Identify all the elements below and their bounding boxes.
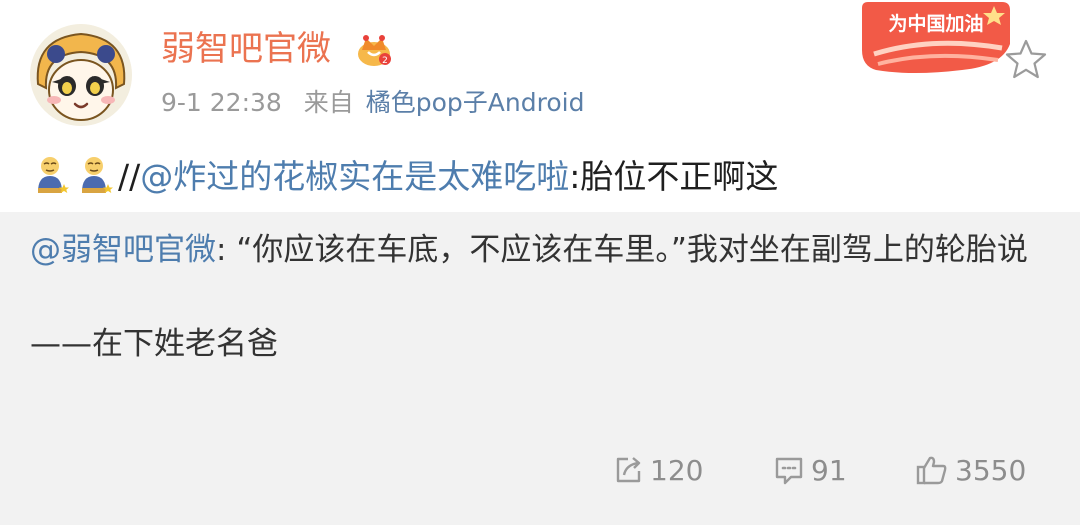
post-source[interactable]: 橘色pop子Android (366, 88, 585, 117)
comment-count: 91 (811, 453, 847, 487)
bowing-figure-emoji (38, 157, 69, 193)
quoted-post-body: @弱智吧官微: “你应该在车底，不应该在车里。”我对坐在副驾上的轮胎说 ——在下… (30, 227, 1055, 368)
avatar-illustration (30, 24, 132, 126)
repost-button[interactable]: 120 (612, 447, 703, 493)
quoted-text: “你应该在车底，不应该在车里。”我对坐在副驾上的轮胎说 (236, 232, 1028, 268)
share-icon (616, 457, 641, 483)
like-count: 3550 (955, 453, 1027, 487)
thumbs-up-icon (916, 456, 947, 485)
action-bar: 120 91 3550 (0, 447, 1080, 493)
author-name[interactable]: 弱智吧官微 (161, 26, 331, 72)
quoted-signature: ——在下姓老名爸 (30, 326, 278, 362)
source-prefix: 来自 (303, 88, 354, 117)
repost-text: 胎位不正啊这 (580, 157, 779, 196)
bowing-figure-emoji (82, 157, 113, 193)
quoted-mention[interactable]: @弱智吧官微 (30, 232, 216, 268)
repost-mention[interactable]: @炸过的花椒实在是太难吃啦 (140, 157, 569, 196)
quoted-post[interactable]: @弱智吧官微: “你应该在车底，不应该在车里。”我对坐在副驾上的轮胎说 ——在下… (0, 212, 1080, 525)
like-button[interactable]: 3550 (915, 447, 1026, 493)
repost-separator: // (118, 157, 141, 196)
star-outline-icon[interactable] (1004, 38, 1048, 80)
badge-text: 为中国加油 (888, 12, 983, 35)
comment-button[interactable]: 91 (773, 447, 847, 493)
repost-count: 120 (650, 453, 704, 487)
comment-icon (775, 457, 803, 485)
svg-text:2: 2 (382, 56, 388, 66)
avatar[interactable] (30, 24, 132, 126)
repost-colon: : (569, 157, 581, 196)
repost-comment: //@炸过的花椒实在是太难吃啦:胎位不正啊这 (30, 154, 778, 200)
china-cheer-badge[interactable]: 为中国加油 (852, 0, 1014, 80)
quoted-colon: : (216, 232, 237, 268)
post-meta: 9-1 22:38 来自 橘色pop子Android (161, 86, 584, 120)
post-time: 9-1 22:38 (161, 88, 282, 117)
crown-icon: 2 (358, 35, 391, 66)
